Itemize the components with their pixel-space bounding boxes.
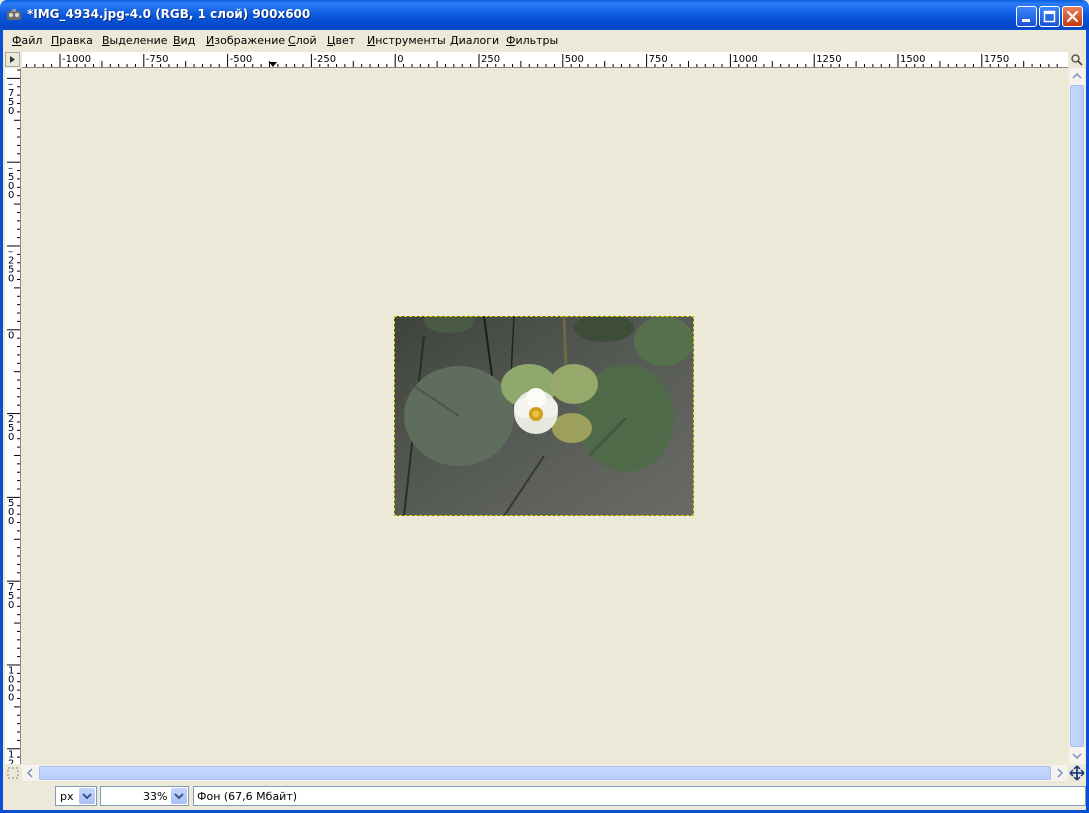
scroll-down-icon[interactable] bbox=[1069, 748, 1085, 764]
ruler-v-label-char: 0 bbox=[8, 516, 14, 527]
ruler-v-label-char: 0 bbox=[8, 274, 14, 285]
menu-layer[interactable]: Слой bbox=[288, 34, 317, 47]
horizontal-scroll-thumb[interactable] bbox=[39, 766, 1051, 780]
ruler-h-label: -1000 bbox=[62, 54, 91, 65]
menu-filters[interactable]: Фильтры bbox=[506, 34, 558, 47]
ruler-v-label-char: 0 bbox=[8, 330, 14, 341]
minimize-button[interactable] bbox=[1016, 6, 1037, 27]
ruler-v-label-char: 0 bbox=[8, 432, 14, 443]
scroll-up-icon[interactable] bbox=[1069, 68, 1085, 84]
move-cross-icon bbox=[1069, 765, 1085, 781]
unit-selector[interactable]: px bbox=[55, 786, 97, 806]
ruler-h-label: 250 bbox=[481, 54, 500, 65]
ruler-h-label: -750 bbox=[146, 54, 169, 65]
ruler-v-label-char: 0 bbox=[8, 190, 14, 201]
title-bar[interactable]: *IMG_4934.jpg-4.0 (RGB, 1 слой) 900x600 bbox=[0, 0, 1089, 30]
vertical-ruler[interactable]: –750–500–25002505007501000125 bbox=[5, 68, 21, 764]
menu-colors[interactable]: Цвет bbox=[327, 34, 355, 47]
ruler-v-label-char: 0 bbox=[8, 693, 14, 704]
ruler-h-label: 750 bbox=[649, 54, 668, 65]
quick-mask-toggle[interactable] bbox=[5, 765, 21, 781]
status-message-text: Фон (67,6 Мбайт) bbox=[197, 790, 298, 803]
zoom-toggle-button[interactable] bbox=[1069, 52, 1084, 67]
window-frame-left bbox=[0, 30, 3, 813]
ruler-h-label: 500 bbox=[565, 54, 584, 65]
unit-value: px bbox=[60, 790, 74, 803]
unit-dropdown-arrow[interactable] bbox=[79, 788, 95, 804]
navigate-button[interactable] bbox=[1069, 765, 1085, 781]
magnifier-icon bbox=[1071, 54, 1083, 66]
ruler-h-label: -500 bbox=[230, 54, 253, 65]
quick-mask-icon bbox=[7, 767, 19, 779]
ruler-h-label: -250 bbox=[313, 54, 336, 65]
ruler-h-label: 0 bbox=[397, 54, 403, 65]
ruler-v-label-char: 0 bbox=[8, 106, 14, 117]
gimp-image-window: *IMG_4934.jpg-4.0 (RGB, 1 слой) 900x600 … bbox=[0, 0, 1089, 813]
image-menu-button[interactable] bbox=[5, 52, 20, 67]
ruler-h-label: 1250 bbox=[816, 54, 841, 65]
close-button[interactable] bbox=[1062, 6, 1083, 27]
chevron-down-icon bbox=[174, 793, 184, 800]
scroll-right-icon[interactable] bbox=[1052, 765, 1068, 781]
window-title: *IMG_4934.jpg-4.0 (RGB, 1 слой) 900x600 bbox=[27, 7, 311, 21]
image-layer-water-lily[interactable] bbox=[394, 316, 694, 516]
horizontal-ruler[interactable]: -1000 -750 -500 -250 0 250 500 750 1000 1250 1500 1… bbox=[22, 52, 1068, 68]
ruler-h-label: 1000 bbox=[732, 54, 757, 65]
vertical-scroll-thumb[interactable] bbox=[1070, 85, 1084, 747]
close-icon bbox=[1066, 10, 1079, 23]
menu-dialogs[interactable]: Диалоги bbox=[450, 34, 499, 47]
menu-edit[interactable]: Правка bbox=[51, 34, 93, 47]
triangle-right-icon bbox=[10, 56, 15, 63]
chevron-down-icon bbox=[82, 793, 92, 800]
ruler-h-label: 1750 bbox=[984, 54, 1009, 65]
gimp-app-icon bbox=[7, 9, 21, 20]
horizontal-scrollbar[interactable] bbox=[22, 765, 1068, 781]
ruler-v-label-char: 0 bbox=[8, 600, 14, 611]
zoom-value[interactable]: 33% bbox=[143, 790, 167, 803]
menu-view[interactable]: Вид bbox=[173, 34, 195, 47]
ruler-pointer-marker bbox=[269, 62, 277, 67]
zoom-selector[interactable]: 33% bbox=[100, 786, 189, 806]
menu-file[interactable]: Файл bbox=[12, 34, 42, 47]
status-bar: px 33% Фон (67,6 Мбайт) bbox=[3, 783, 1086, 810]
menu-select[interactable]: Выделение bbox=[102, 34, 168, 47]
menu-tools[interactable]: Инструменты bbox=[367, 34, 446, 47]
menu-bar: Файл Правка Выделение Вид Изображение Сл… bbox=[3, 30, 1086, 50]
maximize-icon bbox=[1043, 10, 1056, 23]
zoom-dropdown-arrow[interactable] bbox=[171, 788, 187, 804]
menu-image[interactable]: Изображение bbox=[206, 34, 285, 47]
scroll-left-icon[interactable] bbox=[22, 765, 38, 781]
ruler-v-label-char: 2 bbox=[8, 758, 14, 764]
maximize-button[interactable] bbox=[1039, 6, 1060, 27]
image-canvas[interactable] bbox=[22, 68, 1068, 764]
minimize-icon bbox=[1022, 19, 1030, 22]
vertical-scrollbar[interactable] bbox=[1069, 68, 1085, 764]
status-message: Фон (67,6 Мбайт) bbox=[193, 786, 1086, 806]
ruler-h-label: 1500 bbox=[900, 54, 925, 65]
